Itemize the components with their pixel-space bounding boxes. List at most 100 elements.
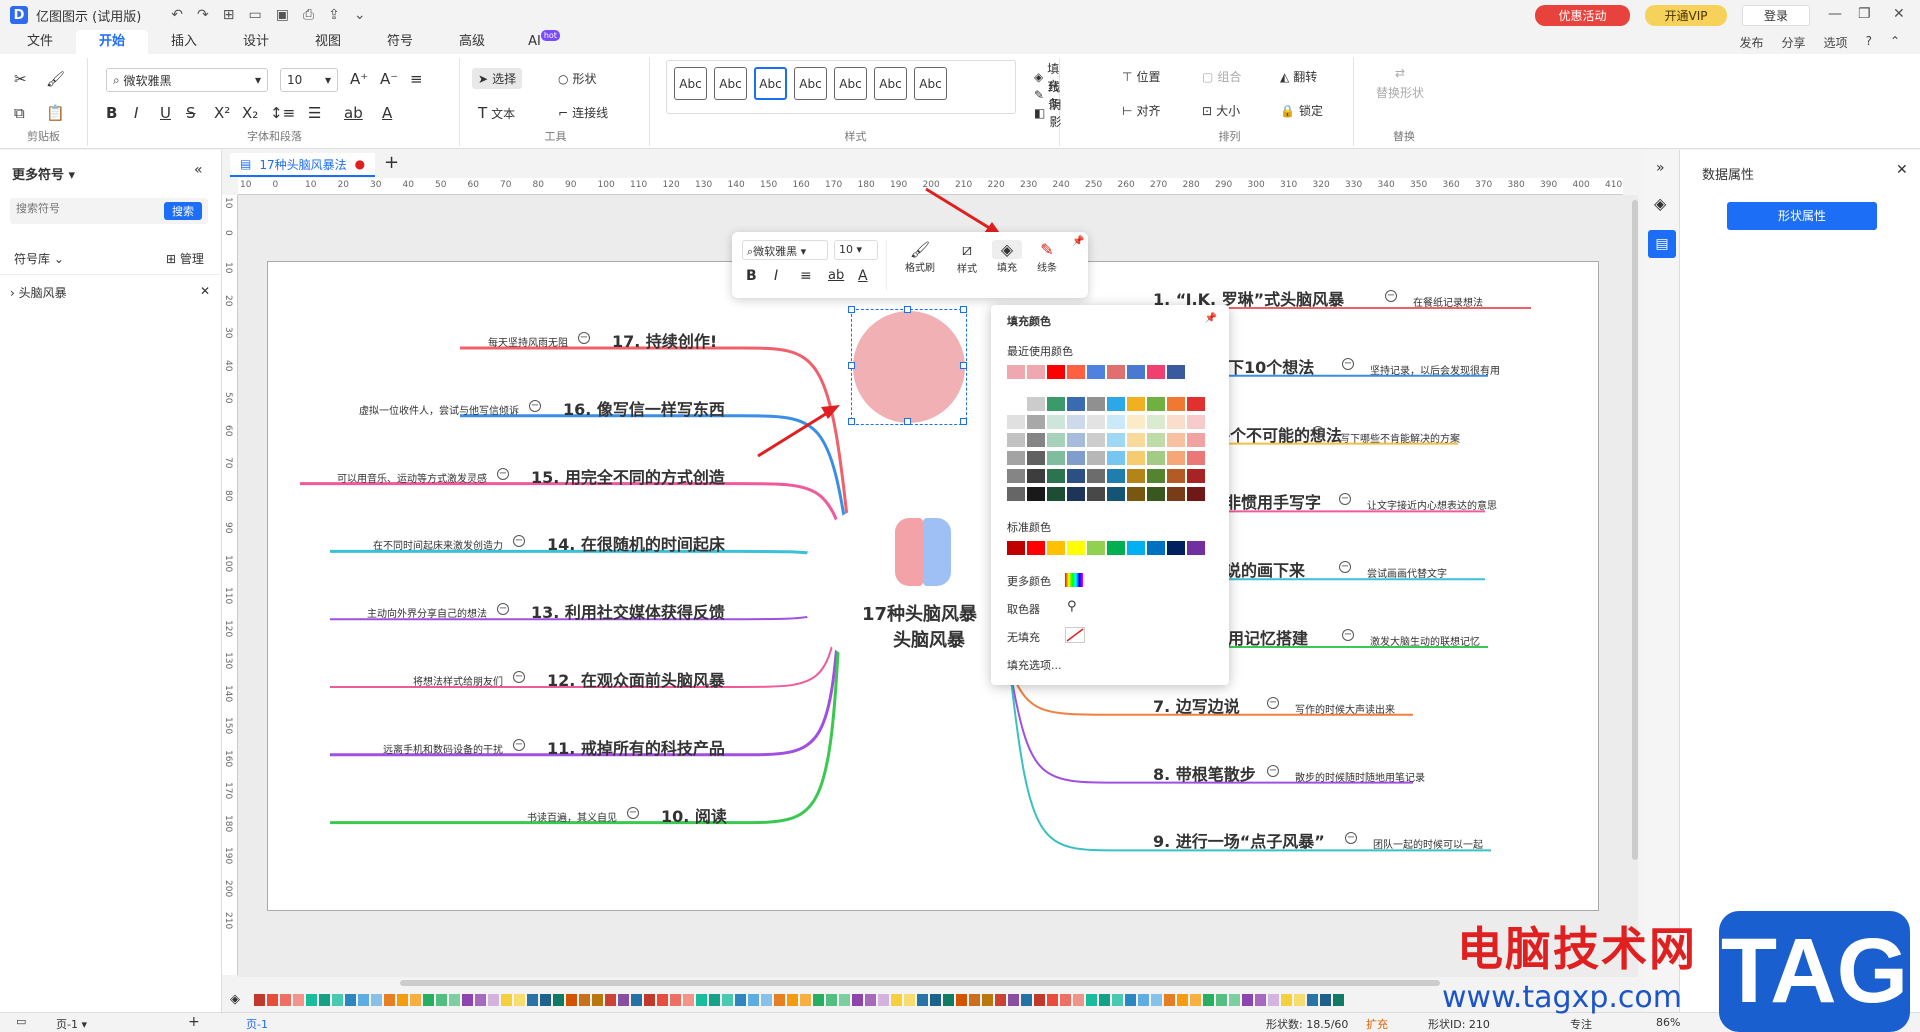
palette-swatch[interactable] (1047, 994, 1058, 1006)
palette-swatch[interactable] (722, 994, 733, 1006)
eyedropper-icon[interactable]: ⚲ (1067, 599, 1077, 614)
theme-color-swatch[interactable] (1107, 469, 1125, 483)
palette-swatch[interactable] (1268, 994, 1279, 1006)
theme-color-swatch[interactable] (1047, 433, 1065, 447)
palette-swatch[interactable] (1190, 994, 1201, 1006)
theme-color-swatch[interactable] (1167, 433, 1185, 447)
standard-color-swatch[interactable] (1067, 541, 1085, 555)
fill-button[interactable]: ◈ 填充 (992, 240, 1022, 274)
palette-swatch[interactable] (527, 994, 538, 1006)
palette-swatch[interactable] (436, 994, 447, 1006)
standard-color-swatch[interactable] (1127, 541, 1145, 555)
palette-swatch[interactable] (696, 994, 707, 1006)
palette-swatch[interactable] (1034, 994, 1045, 1006)
theme-color-swatch[interactable] (1027, 433, 1045, 447)
theme-color-swatch[interactable] (1027, 415, 1045, 429)
vertical-scrollbar[interactable] (1632, 200, 1638, 860)
palette-swatch[interactable] (644, 994, 655, 1006)
recent-color-swatch[interactable] (1147, 365, 1165, 379)
theme-color-swatch[interactable] (1147, 397, 1165, 411)
recent-color-swatch[interactable] (1027, 365, 1045, 379)
text-background-icon[interactable]: ab (828, 268, 844, 283)
palette-swatch[interactable] (865, 994, 876, 1006)
palette-swatch[interactable] (449, 994, 460, 1006)
theme-color-swatch[interactable] (1087, 469, 1105, 483)
theme-color-swatch[interactable] (1127, 415, 1145, 429)
more-colors-button[interactable]: 更多颜色 (1007, 573, 1051, 589)
close-panel-icon[interactable]: ✕ (1896, 162, 1908, 178)
theme-color-swatch[interactable] (1167, 451, 1185, 465)
theme-color-swatch[interactable] (1027, 451, 1045, 465)
color-picker-button[interactable]: 取色器 (1007, 601, 1040, 617)
focus-mode[interactable]: 专注 (1570, 1016, 1592, 1032)
palette-swatch[interactable] (254, 994, 265, 1006)
bold-icon[interactable]: B (746, 268, 757, 284)
theme-color-swatch[interactable] (1187, 415, 1205, 429)
palette-swatch[interactable] (1255, 994, 1266, 1006)
theme-color-swatch[interactable] (1147, 451, 1165, 465)
line-button[interactable]: ✎ 线条 (1032, 240, 1062, 274)
theme-color-swatch[interactable] (1127, 487, 1145, 501)
palette-swatch[interactable] (878, 994, 889, 1006)
palette-swatch[interactable] (1242, 994, 1253, 1006)
palette-swatch[interactable] (1151, 994, 1162, 1006)
palette-swatch[interactable] (384, 994, 395, 1006)
palette-swatch[interactable] (579, 994, 590, 1006)
format-painter-button[interactable]: 🖌 格式刷 (900, 240, 940, 274)
no-fill-icon[interactable] (1065, 627, 1085, 643)
theme-color-swatch[interactable] (1127, 451, 1145, 465)
palette-swatch[interactable] (995, 994, 1006, 1006)
theme-color-swatch[interactable] (1127, 397, 1145, 411)
palette-swatch[interactable] (1164, 994, 1175, 1006)
theme-color-swatch[interactable] (1167, 415, 1185, 429)
theme-color-swatch[interactable] (1087, 451, 1105, 465)
theme-color-swatch[interactable] (1107, 415, 1125, 429)
theme-color-swatch[interactable] (1067, 397, 1085, 411)
palette-swatch[interactable] (1333, 994, 1344, 1006)
recent-color-swatch[interactable] (1087, 365, 1105, 379)
palette-swatch[interactable] (501, 994, 512, 1006)
palette-swatch[interactable] (1294, 994, 1305, 1006)
palette-swatch[interactable] (410, 994, 421, 1006)
palette-swatch[interactable] (1008, 994, 1019, 1006)
standard-color-swatch[interactable] (1147, 541, 1165, 555)
recent-color-swatch[interactable] (1167, 365, 1185, 379)
float-size-select[interactable]: 10 ▾ (834, 240, 878, 260)
fill-bucket-icon[interactable]: ◈ (230, 992, 240, 1007)
font-color-icon[interactable]: A (858, 268, 868, 284)
theme-color-swatch[interactable] (1187, 397, 1205, 411)
theme-color-swatch[interactable] (1167, 487, 1185, 501)
palette-swatch[interactable] (631, 994, 642, 1006)
standard-color-swatch[interactable] (1107, 541, 1125, 555)
palette-swatch[interactable] (475, 994, 486, 1006)
palette-swatch[interactable] (423, 994, 434, 1006)
theme-color-swatch[interactable] (1087, 433, 1105, 447)
theme-color-swatch[interactable] (1007, 397, 1025, 411)
palette-swatch[interactable] (1021, 994, 1032, 1006)
theme-color-swatch[interactable] (1067, 469, 1085, 483)
palette-swatch[interactable] (904, 994, 915, 1006)
palette-swatch[interactable] (566, 994, 577, 1006)
palette-swatch[interactable] (956, 994, 967, 1006)
fill-bucket-icon[interactable]: ◈ (1654, 194, 1666, 213)
palette-swatch[interactable] (982, 994, 993, 1006)
palette-swatch[interactable] (1138, 994, 1149, 1006)
palette-swatch[interactable] (839, 994, 850, 1006)
palette-swatch[interactable] (553, 994, 564, 1006)
theme-color-swatch[interactable] (1167, 397, 1185, 411)
theme-color-swatch[interactable] (1067, 487, 1085, 501)
palette-swatch[interactable] (345, 994, 356, 1006)
theme-color-swatch[interactable] (1047, 397, 1065, 411)
palette-swatch[interactable] (605, 994, 616, 1006)
color-spectrum-icon[interactable] (1065, 573, 1083, 587)
data-properties-icon[interactable]: ▤ (1648, 230, 1676, 258)
theme-color-swatch[interactable] (1047, 469, 1065, 483)
pin-icon[interactable]: 📌 (1205, 313, 1217, 324)
expand-link[interactable]: 扩充 (1366, 1016, 1388, 1032)
theme-color-swatch[interactable] (1067, 433, 1085, 447)
italic-icon[interactable]: I (774, 268, 778, 284)
standard-color-swatch[interactable] (1007, 541, 1025, 555)
palette-swatch[interactable] (735, 994, 746, 1006)
theme-color-swatch[interactable] (1147, 433, 1165, 447)
recent-color-swatch[interactable] (1007, 365, 1025, 379)
